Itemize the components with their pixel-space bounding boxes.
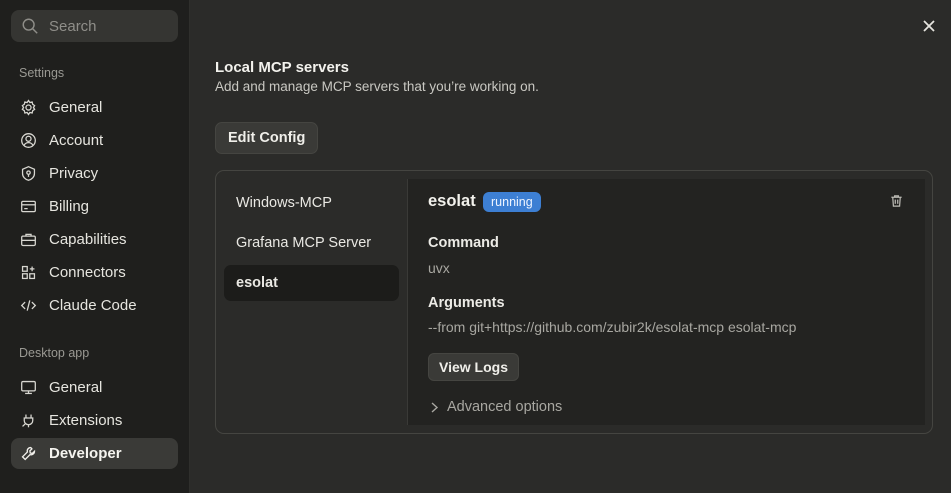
credit-card-icon [21, 200, 36, 213]
search-placeholder: Search [49, 17, 97, 35]
arguments-label: Arguments [428, 295, 505, 311]
shield-icon [21, 166, 36, 181]
sidebar-item-label: General [49, 99, 103, 116]
search-icon [22, 18, 38, 34]
server-item-grafana-mcp-server[interactable]: Grafana MCP Server [224, 225, 399, 261]
sidebar-item-label: Account [49, 132, 104, 149]
sidebar-item-account[interactable]: Account [11, 125, 178, 156]
sidebar-item-claude-code[interactable]: Claude Code [11, 290, 178, 321]
server-item-esolat[interactable]: esolat [224, 265, 399, 301]
monitor-icon [21, 380, 36, 395]
close-button[interactable] [918, 15, 940, 37]
sidebar-item-connectors[interactable]: Connectors [11, 257, 178, 288]
advanced-options-label: Advanced options [447, 399, 563, 415]
status-badge: running [483, 192, 541, 212]
chevron-right-icon [431, 401, 439, 413]
sidebar-item-label: Claude Code [49, 297, 137, 314]
search-input[interactable]: Search [11, 10, 178, 42]
plug-icon [22, 414, 34, 428]
sidebar-item-capabilities[interactable]: Capabilities [11, 224, 178, 255]
sidebar-item-extensions[interactable]: Extensions [11, 405, 178, 436]
sidebar-item-general[interactable]: General [11, 92, 178, 123]
sidebar-item-label: Billing [49, 198, 90, 215]
trash-icon[interactable] [889, 193, 904, 209]
sidebar-item-label: Connectors [49, 264, 126, 281]
sidebar-item-developer[interactable]: Developer [11, 438, 178, 469]
sidebar-item-label: Extensions [49, 412, 123, 429]
sidebar-item-label: General [49, 379, 103, 396]
sidebar-item-label: Privacy [49, 165, 99, 182]
page-title: Local MCP servers [215, 59, 349, 76]
user-circle-icon [21, 133, 36, 148]
sidebar-item-billing[interactable]: Billing [11, 191, 178, 222]
arguments-value: --from git+https://github.com/zubir2k/es… [428, 319, 797, 335]
grid-plus-icon [21, 265, 36, 280]
gear-icon [21, 99, 36, 116]
page-subtitle: Add and manage MCP servers that you’re w… [215, 79, 539, 94]
command-label: Command [428, 235, 499, 251]
settings-section-title: Settings [19, 66, 65, 80]
sidebar-item-label: Developer [49, 445, 122, 462]
close-icon [923, 20, 935, 32]
advanced-options-toggle[interactable]: Advanced options [430, 397, 562, 417]
view-logs-button[interactable]: View Logs [428, 353, 519, 381]
sidebar: Search Settings General Account Privacy … [0, 0, 190, 493]
edit-config-button[interactable]: Edit Config [215, 122, 319, 154]
wrench-icon [21, 446, 36, 461]
code-icon [20, 300, 37, 311]
briefcase-icon [21, 233, 36, 247]
sidebar-item-desktop-general[interactable]: General [11, 372, 178, 403]
server-item-windows-mcp[interactable]: Windows-MCP [224, 185, 399, 221]
server-name: esolat [428, 192, 476, 210]
command-value: uvx [428, 260, 450, 276]
sidebar-item-label: Capabilities [49, 231, 127, 248]
sidebar-item-privacy[interactable]: Privacy [11, 158, 178, 189]
desktop-section-title: Desktop app [19, 346, 90, 360]
